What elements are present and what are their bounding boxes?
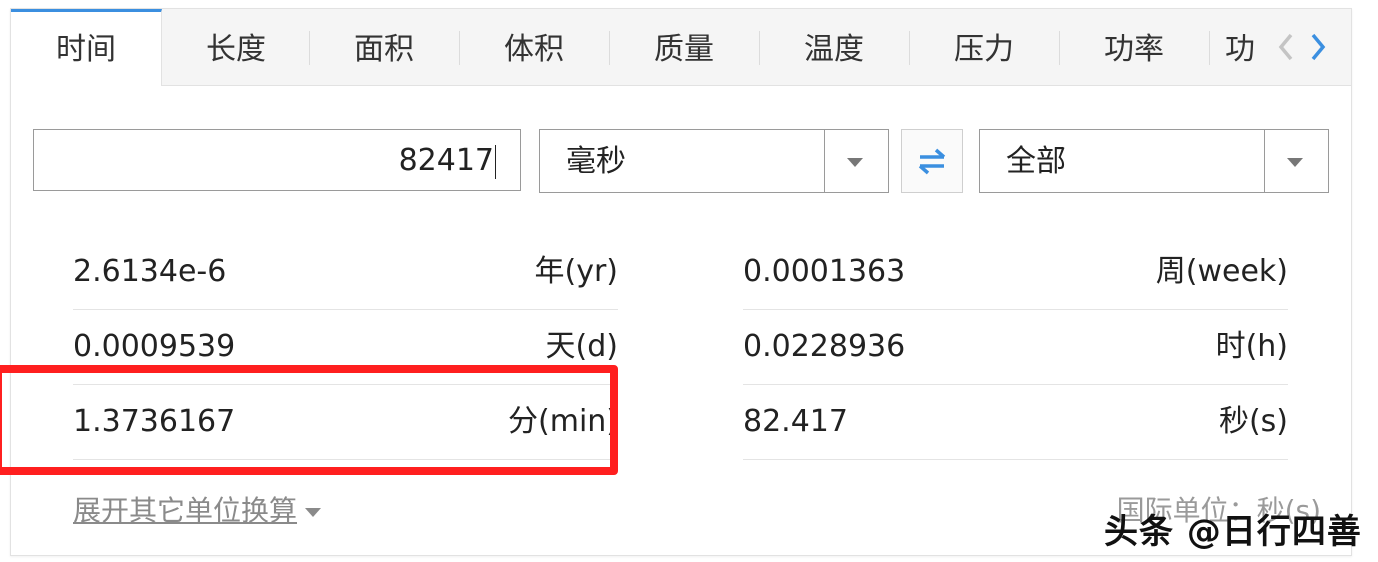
chevron-right-icon[interactable] — [1307, 31, 1329, 63]
expand-label: 展开其它单位换算 — [73, 494, 298, 527]
result-row-year: 2.6134e-6 年(yr) — [73, 235, 618, 310]
text-caret — [495, 144, 496, 179]
select-divider — [824, 130, 825, 192]
chevron-down-icon — [847, 158, 863, 167]
tab-power[interactable]: 功率 — [1059, 9, 1209, 85]
tab-work[interactable]: 功 — [1209, 9, 1271, 85]
expand-more-units-link[interactable]: 展开其它单位换算 — [73, 489, 322, 529]
result-row-week: 0.0001363 周(week) — [743, 235, 1288, 310]
chevron-down-icon — [1287, 158, 1303, 167]
tab-length[interactable]: 长度 — [161, 9, 311, 85]
results-right-column: 0.0001363 周(week) 0.0228936 时(h) 82.417 … — [743, 235, 1288, 460]
result-value: 0.0001363 — [743, 254, 906, 289]
result-unit: 年(yr) — [534, 254, 619, 289]
result-row-hour: 0.0228936 时(h) — [743, 310, 1288, 385]
tab-overflow: 功 — [1209, 9, 1271, 85]
result-row-second: 82.417 秒(s) — [743, 385, 1288, 460]
tab-volume[interactable]: 体积 — [459, 9, 609, 85]
result-unit: 秒(s) — [1218, 404, 1288, 439]
swap-units-button[interactable] — [901, 129, 963, 193]
from-unit-value: 毫秒 — [566, 144, 626, 179]
tab-pressure[interactable]: 压力 — [909, 9, 1059, 85]
caret-down-icon — [305, 507, 322, 517]
to-unit-select[interactable]: 全部 — [979, 129, 1329, 193]
to-unit-value: 全部 — [1006, 144, 1066, 179]
select-divider — [1264, 130, 1265, 192]
result-value: 0.0228936 — [743, 329, 906, 364]
result-unit: 时(h) — [1215, 329, 1288, 364]
tab-mass[interactable]: 质量 — [609, 9, 759, 85]
result-unit: 周(week) — [1155, 254, 1288, 289]
unit-category-tabs: 时间 长度 面积 体积 质量 温度 压力 功率 功 — [11, 9, 1351, 86]
from-unit-select[interactable]: 毫秒 — [539, 129, 889, 193]
tab-area[interactable]: 面积 — [309, 9, 459, 85]
value-input-text: 82417 — [398, 143, 494, 178]
tab-time[interactable]: 时间 — [11, 9, 162, 86]
tab-temperature[interactable]: 温度 — [759, 9, 909, 85]
red-highlight-box — [0, 365, 618, 475]
watermark-text: 头条 @日行四善 — [1104, 512, 1362, 552]
chevron-left-icon[interactable] — [1275, 31, 1297, 63]
result-value: 2.6134e-6 — [73, 254, 227, 289]
result-value: 82.417 — [743, 404, 848, 439]
value-input[interactable]: 82417 — [33, 129, 521, 191]
swap-icon — [918, 148, 946, 175]
